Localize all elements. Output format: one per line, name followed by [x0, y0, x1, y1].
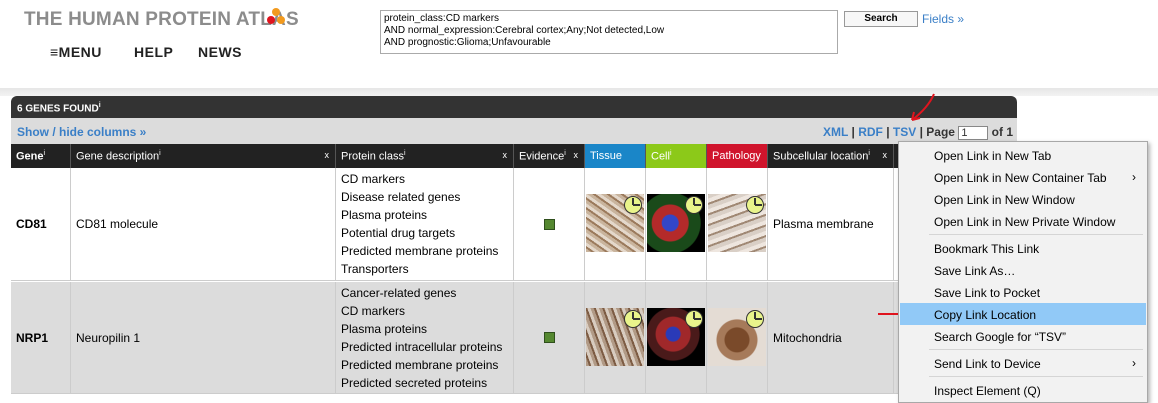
- close-column-icon[interactable]: x: [325, 150, 330, 160]
- cell-thumbnail[interactable]: [647, 194, 705, 252]
- pathology-thumbnail[interactable]: [708, 308, 766, 366]
- protein-class-list: CD markers Disease related genes Plasma …: [336, 168, 514, 280]
- tissue-thumbnail[interactable]: [586, 194, 644, 252]
- protein-class-list: Cancer-related genes CD markers Plasma p…: [336, 282, 514, 393]
- annotation-arrow-icon: [911, 93, 935, 121]
- menu-bookmark-link[interactable]: Bookmark This Link: [900, 237, 1146, 259]
- info-icon[interactable]: i: [99, 102, 101, 109]
- gene-symbol[interactable]: CD81: [11, 168, 71, 280]
- results-panel: 6 GENES FOUNDi Show / hide columns » XML…: [11, 96, 1017, 402]
- expression-pie-icon: [746, 310, 764, 328]
- menu-separator: [929, 376, 1143, 377]
- menu-search-google[interactable]: Search Google for “TSV”: [900, 325, 1146, 347]
- menu-open-container-tab[interactable]: Open Link in New Container Tab ›: [900, 166, 1146, 188]
- gene-description: CD81 molecule: [71, 168, 336, 280]
- logo-dots-icon: [267, 8, 285, 24]
- table-header: Genei Gene descriptioni x Protein classi x…: [11, 144, 1017, 168]
- submenu-arrow-icon: ›: [1132, 356, 1136, 370]
- results-count: 6 GENES FOUNDi: [11, 96, 1017, 118]
- col-pathology[interactable]: Pathology: [707, 144, 768, 168]
- cell-cell: [646, 168, 707, 280]
- subcellular-location: Mitochondria: [768, 282, 894, 393]
- evidence-icon[interactable]: [543, 218, 555, 230]
- menu-inspect-element[interactable]: Inspect Element (Q): [900, 379, 1146, 401]
- subcellular-location: Plasma membrane: [768, 168, 894, 280]
- results-toolbar: Show / hide columns » XML | RDF | TSV | …: [11, 118, 1017, 144]
- col-tissue[interactable]: Tissue: [585, 144, 646, 168]
- submenu-arrow-icon: ›: [1132, 170, 1136, 184]
- table-row: NRP1 Neuropilin 1 Cancer-related genes C…: [11, 282, 1017, 394]
- export-xml-link[interactable]: XML: [823, 125, 848, 139]
- menu-save-to-pocket[interactable]: Save Link to Pocket: [900, 281, 1146, 303]
- export-rdf-link[interactable]: RDF: [858, 125, 883, 139]
- tissue-thumbnail[interactable]: [586, 308, 644, 366]
- nav-help[interactable]: HELP: [134, 44, 173, 60]
- col-gene-description[interactable]: Gene descriptioni x: [71, 144, 336, 168]
- tissue-cell: [585, 168, 646, 280]
- col-gene[interactable]: Genei: [11, 144, 71, 168]
- fields-link[interactable]: Fields »: [922, 12, 964, 26]
- menu-send-to-device[interactable]: Send Link to Device ›: [900, 352, 1146, 374]
- context-menu: Open Link in New Tab Open Link in New Co…: [898, 141, 1148, 403]
- tissue-cell: [585, 282, 646, 393]
- expression-pie-icon: [685, 310, 703, 328]
- nav-news[interactable]: NEWS: [198, 44, 242, 60]
- pathology-cell: [707, 282, 768, 393]
- cell-cell: [646, 282, 707, 393]
- pathology-thumbnail[interactable]: [708, 194, 766, 252]
- table-row: CD81 CD81 molecule CD markers Disease re…: [11, 168, 1017, 281]
- menu-copy-link-location[interactable]: Copy Link Location: [900, 303, 1146, 325]
- expression-pie-icon: [746, 196, 764, 214]
- menu-open-new-tab[interactable]: Open Link in New Tab: [900, 144, 1146, 166]
- page-total: of 1: [991, 125, 1013, 139]
- pathology-cell: [707, 168, 768, 280]
- expression-pie-icon: [624, 310, 642, 328]
- evidence-icon[interactable]: [543, 332, 555, 343]
- menu-open-private-window[interactable]: Open Link in New Private Window: [900, 210, 1146, 232]
- nav-menu[interactable]: ≡MENU: [50, 44, 102, 60]
- expression-pie-icon: [624, 196, 642, 214]
- gene-symbol[interactable]: NRP1: [11, 282, 71, 393]
- close-column-icon[interactable]: x: [503, 150, 508, 160]
- cell-thumbnail[interactable]: [647, 308, 705, 366]
- close-column-icon[interactable]: x: [883, 150, 888, 160]
- expression-pie-icon: [685, 196, 703, 214]
- header-divider: [0, 88, 1158, 96]
- col-subcellular-location[interactable]: Subcellular locationi x: [768, 144, 894, 168]
- evidence-cell: [514, 282, 585, 393]
- menu-open-new-window[interactable]: Open Link in New Window: [900, 188, 1146, 210]
- evidence-cell: [514, 168, 585, 280]
- close-column-icon[interactable]: x: [574, 150, 579, 160]
- page-number-input[interactable]: 1: [958, 125, 989, 140]
- site-logo[interactable]: THE HUMAN PROTEIN ATLAS: [24, 9, 299, 31]
- menu-save-link-as[interactable]: Save Link As…: [900, 259, 1146, 281]
- gene-description: Neuropilin 1: [71, 282, 336, 393]
- menu-separator: [929, 349, 1143, 350]
- col-cell[interactable]: Celli: [646, 144, 707, 168]
- search-button[interactable]: Search: [844, 11, 918, 27]
- show-hide-columns-link[interactable]: Show / hide columns »: [17, 125, 146, 139]
- menu-separator: [929, 234, 1143, 235]
- col-evidence[interactable]: Evidencei x: [514, 144, 585, 168]
- site-header: THE HUMAN PROTEIN ATLAS ≡MENU HELP NEWS …: [0, 0, 1158, 88]
- col-protein-class[interactable]: Protein classi x: [336, 144, 514, 168]
- search-input[interactable]: protein_class:CD markers AND normal_expr…: [380, 10, 838, 54]
